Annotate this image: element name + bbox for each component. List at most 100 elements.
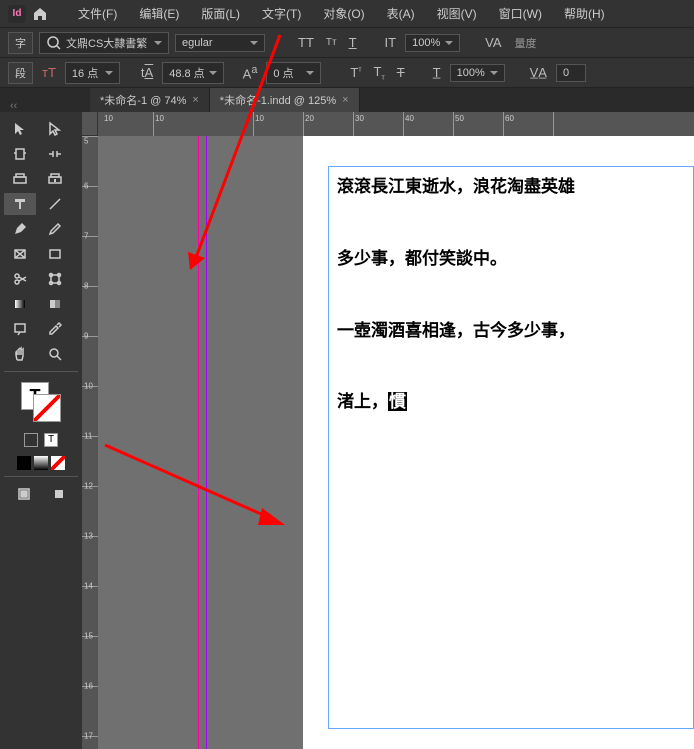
scale-dropdown-1[interactable]: 100%: [405, 34, 460, 52]
strikethrough-icon[interactable]: T: [394, 63, 408, 82]
pencil-tool[interactable]: [39, 218, 71, 240]
apply-none-icon[interactable]: [51, 456, 65, 470]
selection-tool[interactable]: [4, 118, 36, 140]
menu-table[interactable]: 表(A): [379, 1, 423, 26]
chevron-down-icon: [445, 41, 453, 45]
scale-value-2: 100%: [457, 67, 485, 79]
tab-label-2: *未命名-1.indd @ 125%: [220, 92, 336, 108]
scissors-tool[interactable]: [4, 268, 36, 290]
menu-help[interactable]: 帮助(H): [556, 1, 613, 26]
canvas-area: 10 10 10 20 30 40 50 60 5 6: [82, 112, 694, 749]
content-collector-tool[interactable]: [4, 168, 36, 190]
leading-dropdown[interactable]: 48.8 点: [162, 62, 223, 84]
tab-label-1: *未命名-1 @ 74%: [100, 92, 186, 108]
va2-icon[interactable]: V̲A̲: [527, 63, 550, 82]
font-style-value: egular: [182, 37, 213, 49]
char-mode-label[interactable]: 字: [8, 32, 33, 54]
direct-selection-tool[interactable]: [39, 118, 71, 140]
right-value: 0: [563, 67, 569, 79]
note-tool[interactable]: [4, 318, 36, 340]
type-tool[interactable]: [4, 193, 36, 215]
superscript-icon[interactable]: Tт: [347, 63, 364, 82]
stroke-swatch[interactable]: [33, 394, 61, 422]
apply-gradient-icon[interactable]: [34, 456, 48, 470]
margin-guide: [198, 136, 199, 749]
view-mode-preview[interactable]: [43, 483, 75, 505]
para-mode-label[interactable]: 段: [8, 62, 33, 84]
fill-stroke-swatch[interactable]: T: [21, 382, 61, 422]
home-icon[interactable]: [32, 6, 48, 22]
menu-file[interactable]: 文件(F): [70, 1, 125, 26]
rectangle-frame-tool[interactable]: [4, 243, 36, 265]
horizontal-ruler[interactable]: 10 10 10 20 30 40 50 60: [98, 112, 694, 136]
tabbar-collapse-icon[interactable]: ‹‹: [10, 100, 17, 112]
menu-object[interactable]: 对象(O): [315, 1, 372, 26]
ruler-origin[interactable]: [82, 112, 98, 136]
menubar: Id 文件(F) 编辑(E) 版面(L) 文字(T) 对象(O) 表(A) 视图…: [0, 0, 694, 28]
line-tool[interactable]: [39, 193, 71, 215]
font-style-dropdown[interactable]: egular: [175, 34, 265, 52]
leading-icon: tA: [138, 63, 156, 82]
gradient-swatch-tool[interactable]: [4, 293, 36, 315]
text-line-4[interactable]: 渚上，慣: [337, 390, 685, 414]
container-mode-icon[interactable]: [24, 433, 38, 447]
view-mode-normal[interactable]: [8, 483, 40, 505]
scale-icon-1[interactable]: IT: [382, 33, 400, 52]
content-placer-tool[interactable]: [39, 168, 71, 190]
chevron-down-icon: [105, 71, 113, 75]
menu-view[interactable]: 视图(V): [429, 1, 485, 26]
scale-icon-2[interactable]: T̲: [430, 63, 444, 82]
underline-icon[interactable]: T: [346, 33, 360, 52]
menu-type[interactable]: 文字(T): [254, 1, 309, 26]
all-caps-icon[interactable]: TT: [295, 33, 317, 52]
pen-tool[interactable]: [4, 218, 36, 240]
text-line-2[interactable]: 多少事，都付笑談中。: [337, 247, 685, 271]
va-icon[interactable]: VA: [482, 33, 504, 52]
scale-value-1: 100%: [412, 37, 440, 49]
font-size-value: 16 点: [72, 65, 98, 81]
menu-layout[interactable]: 版面(L): [193, 1, 248, 26]
close-icon[interactable]: ×: [342, 94, 348, 106]
baseline-value: 0 点: [273, 65, 293, 81]
gradient-feather-tool[interactable]: [39, 293, 71, 315]
gap-tool[interactable]: [39, 143, 71, 165]
text-frame[interactable]: 滾滾長江東逝水，浪花淘盡英雄 多少事，都付笑談中。 一壺濁酒喜相逢，古今多少事，…: [328, 166, 694, 729]
vertical-ruler[interactable]: 5 6 7 8 9 10 11 12 13 14 15 16 17: [82, 136, 98, 749]
font-family-dropdown[interactable]: 文鼎CS大隷書繁: [39, 32, 169, 54]
close-icon[interactable]: ×: [192, 94, 198, 106]
chevron-down-icon: [154, 41, 162, 45]
metrics-label[interactable]: 量度: [511, 33, 541, 53]
text-mode-icon[interactable]: T: [44, 433, 58, 447]
small-caps-icon[interactable]: Tт: [323, 35, 340, 50]
zoom-tool[interactable]: [39, 343, 71, 365]
document-tabbar: ‹‹ *未命名-1 @ 74% × *未命名-1.indd @ 125% ×: [0, 88, 694, 112]
text-line-1[interactable]: 滾滾長江東逝水，浪花淘盡英雄: [337, 175, 685, 199]
font-size-dropdown[interactable]: 16 点: [65, 62, 120, 84]
chevron-down-icon: [490, 71, 498, 75]
menu-window[interactable]: 窗口(W): [491, 1, 550, 26]
control-panel-row1: 字 文鼎CS大隷書繁 egular TT Tт T IT 100% VA 量度: [0, 28, 694, 58]
document-tab-1[interactable]: *未命名-1 @ 74% ×: [90, 88, 210, 112]
workspace: T T 10 10 10 20: [0, 112, 694, 749]
eyedropper-tool[interactable]: [39, 318, 71, 340]
rectangle-tool[interactable]: [39, 243, 71, 265]
column-guide: [206, 136, 207, 749]
page-canvas[interactable]: 滾滾長江東逝水，浪花淘盡英雄 多少事，都付笑談中。 一壺濁酒喜相逢，古今多少事，…: [98, 136, 694, 749]
menu-edit[interactable]: 编辑(E): [131, 1, 187, 26]
baseline-dropdown[interactable]: 0 点: [266, 62, 321, 84]
document-tab-2[interactable]: *未命名-1.indd @ 125% ×: [210, 88, 360, 112]
scale-dropdown-2[interactable]: 100%: [450, 64, 505, 82]
text-cursor-char: 慣: [388, 392, 407, 411]
page-tool[interactable]: [4, 143, 36, 165]
font-size-icon: тТ: [39, 63, 59, 82]
baseline-icon: Aa: [240, 62, 261, 83]
leading-value: 48.8 点: [169, 65, 204, 81]
subscript-icon[interactable]: Tт: [371, 62, 388, 84]
text-line-3[interactable]: 一壺濁酒喜相逢，古今多少事，: [337, 319, 685, 343]
right-dropdown[interactable]: 0: [556, 64, 586, 82]
control-panel-row2: 段 тТ 16 点 tA 48.8 点 Aa 0 点 Tт Tт T T̲ 10…: [0, 58, 694, 88]
chevron-down-icon: [209, 71, 217, 75]
hand-tool[interactable]: [4, 343, 36, 365]
free-transform-tool[interactable]: [39, 268, 71, 290]
apply-color-icon[interactable]: [17, 456, 31, 470]
